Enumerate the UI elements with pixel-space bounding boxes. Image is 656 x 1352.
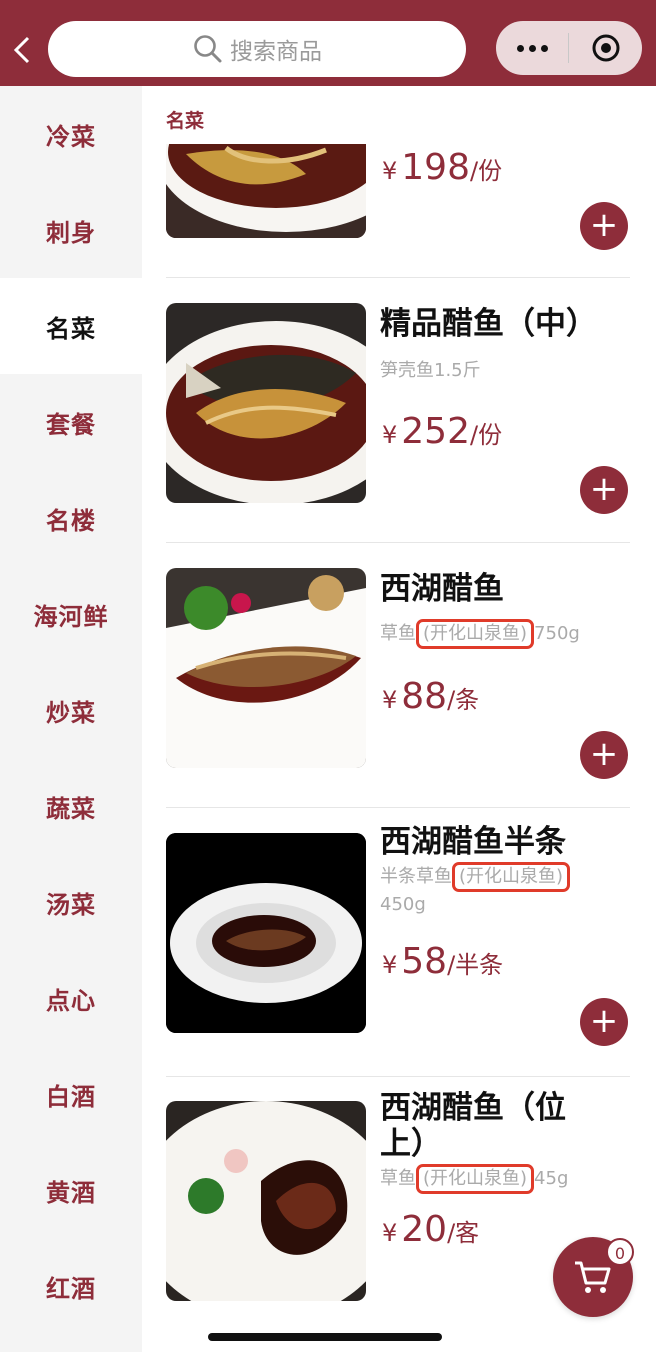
add-to-cart-button[interactable]: + <box>580 731 628 779</box>
category-item[interactable]: 名楼 <box>0 470 142 566</box>
category-item[interactable]: 海河鲜 <box>0 566 142 662</box>
dish-photo <box>166 144 366 238</box>
add-to-cart-button[interactable]: + <box>580 998 628 1046</box>
category-item[interactable]: 套餐 <box>0 374 142 470</box>
category-item[interactable]: 白酒 <box>0 1046 142 1142</box>
back-arrow-icon[interactable] <box>8 30 38 70</box>
highlight-box: (开化山泉鱼) <box>452 862 571 892</box>
add-to-cart-button[interactable]: + <box>580 466 628 514</box>
add-to-cart-button[interactable]: + <box>580 202 628 250</box>
category-sidebar: 冷菜 刺身 名菜 套餐 名楼 海河鲜 炒菜 蔬菜 汤菜 点心 白酒 黄酒 红酒 <box>0 86 142 1352</box>
cart-icon <box>575 1261 611 1293</box>
highlight-box: (开化山泉鱼) <box>416 1164 535 1194</box>
dish-name: 西湖醋鱼（位上） <box>380 1090 566 1162</box>
category-item-active[interactable]: 名菜 <box>0 278 142 374</box>
divider <box>166 542 630 543</box>
dish-description: 草鱼 (开化山泉鱼) 750g <box>380 619 630 649</box>
category-item[interactable]: 刺身 <box>0 182 142 278</box>
miniprogram-capsule <box>496 21 642 75</box>
price: ¥58/半条 <box>382 941 504 982</box>
top-bar: 搜索商品 <box>0 0 656 86</box>
dish-description: 草鱼 (开化山泉鱼) 45g <box>380 1164 630 1194</box>
dish-description: 笋壳鱼1.5斤 <box>380 360 481 381</box>
category-item[interactable]: 炒菜 <box>0 662 142 758</box>
search-placeholder: 搜索商品 <box>230 39 322 65</box>
dish-photo <box>166 568 366 768</box>
more-options-button[interactable] <box>496 21 568 75</box>
category-item[interactable]: 蔬菜 <box>0 758 142 854</box>
dish-name: 精品醋鱼（中） <box>380 306 597 342</box>
divider <box>166 1076 630 1077</box>
chevron-left-icon <box>13 36 30 64</box>
price: ¥252/份 <box>382 411 503 452</box>
dish-description: 半条草鱼 (开化山泉鱼) 450g <box>380 862 620 918</box>
section-title: 名菜 <box>166 110 205 132</box>
dish-photo <box>166 1101 366 1301</box>
search-icon <box>194 35 222 63</box>
home-indicator <box>208 1333 442 1341</box>
search-input[interactable]: 搜索商品 <box>48 21 466 77</box>
category-item[interactable]: 红酒 <box>0 1238 142 1334</box>
category-item[interactable]: 汤菜 <box>0 854 142 950</box>
highlight-box: (开化山泉鱼) <box>416 619 535 649</box>
category-item[interactable]: 冷菜 <box>0 86 142 182</box>
product-list: 名菜 ¥198/份 + 精品醋鱼（中） 笋壳鱼1.5斤 ¥ 252/份 + 西湖… <box>142 86 656 1352</box>
divider <box>166 277 630 278</box>
target-circle-icon <box>592 34 619 62</box>
dish-name: 西湖醋鱼 <box>380 571 504 607</box>
divider <box>166 807 630 808</box>
dish-name: 西湖醋鱼半条 <box>380 824 566 860</box>
price: ¥20/客 <box>382 1209 480 1250</box>
category-item[interactable]: 点心 <box>0 950 142 1046</box>
close-miniprogram-button[interactable] <box>569 21 642 75</box>
cart-count-badge: 0 <box>606 1238 634 1266</box>
price: ¥198/份 <box>382 147 503 188</box>
dish-photo <box>166 833 366 1033</box>
dish-photo <box>166 303 366 503</box>
price: ¥88/条 <box>382 676 480 717</box>
category-item[interactable]: 黄酒 <box>0 1142 142 1238</box>
